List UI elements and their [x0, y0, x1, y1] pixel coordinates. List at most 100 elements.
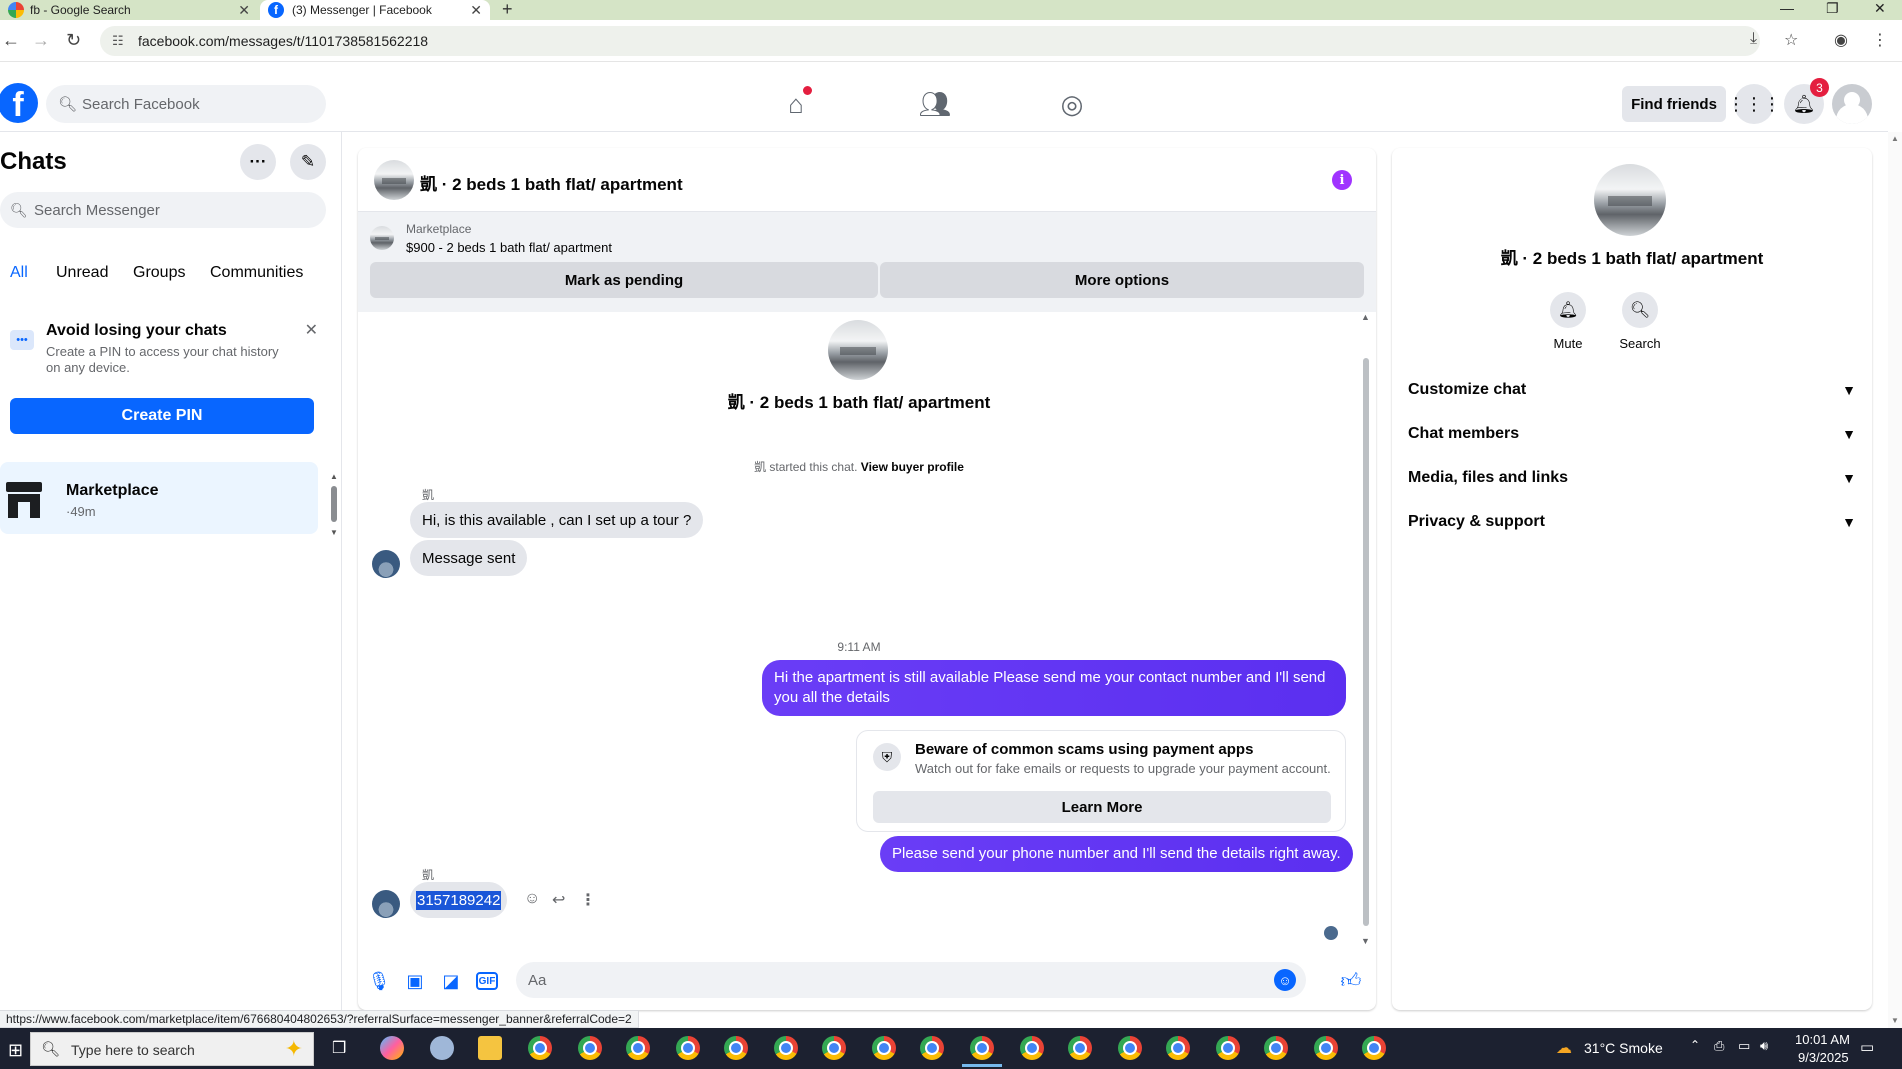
- chrome-app-icon[interactable]: [1068, 1036, 1092, 1060]
- sticker-icon[interactable]: ◪: [440, 970, 462, 992]
- chrome-app-icon[interactable]: [626, 1036, 650, 1060]
- chrome-app-icon[interactable]: [872, 1036, 896, 1060]
- message-incoming[interactable]: Hi, is this available , can I set up a t…: [410, 502, 704, 538]
- info-icon[interactable]: i: [1332, 170, 1352, 190]
- selected-phone-number[interactable]: 3157189242: [416, 890, 502, 910]
- close-window-icon[interactable]: ✕: [1874, 0, 1886, 17]
- message-outgoing[interactable]: Please send your phone number and I'll s…: [880, 836, 1353, 872]
- mute-button[interactable]: 🔔︎ Mute: [1538, 292, 1598, 351]
- chrome-app-icon[interactable]: [774, 1036, 798, 1060]
- view-buyer-profile-link[interactable]: View buyer profile: [861, 460, 964, 474]
- mark-as-pending-button[interactable]: Mark as pending: [370, 262, 878, 298]
- close-tab-icon[interactable]: ✕: [238, 2, 250, 19]
- chat-options-button[interactable]: ···: [240, 144, 276, 180]
- volume-icon[interactable]: 🔊︎: [1760, 1038, 1768, 1054]
- new-tab-icon[interactable]: +: [502, 0, 513, 18]
- new-message-icon[interactable]: ✎: [290, 144, 326, 180]
- omnibox[interactable]: ☷ facebook.com/messages/t/11017385815622…: [100, 26, 1760, 56]
- taskbar-search-input[interactable]: 🔍︎ Type here to search ✦: [30, 1032, 314, 1066]
- emoji-icon[interactable]: ☺: [1274, 969, 1296, 991]
- scroll-up-icon[interactable]: ▲: [1361, 312, 1370, 322]
- bookmark-star-icon[interactable]: ☆: [1784, 30, 1798, 50]
- chrome-app-icon[interactable]: [724, 1036, 748, 1060]
- clock-time[interactable]: 10:01 AM: [1795, 1032, 1850, 1047]
- chrome-app-icon[interactable]: [676, 1036, 700, 1060]
- chrome-app-icon[interactable]: [1020, 1036, 1044, 1060]
- site-info-icon[interactable]: ☷: [112, 33, 124, 49]
- chat-item-marketplace[interactable]: Marketplace ·49m: [0, 462, 318, 534]
- url-text[interactable]: facebook.com/messages/t/1101738581562218: [138, 33, 428, 49]
- section-customize-chat[interactable]: Customize chat ▼: [1408, 370, 1856, 410]
- groups-icon[interactable]: ◎: [1054, 86, 1090, 122]
- microphone-icon[interactable]: 🎙︎: [368, 970, 391, 992]
- weather-text[interactable]: 31°C Smoke: [1584, 1040, 1663, 1056]
- app-icon[interactable]: [430, 1036, 454, 1060]
- message-input[interactable]: Aa ☺: [516, 962, 1306, 998]
- thread-scrollbar[interactable]: ▲ ▼: [1360, 312, 1372, 948]
- browser-menu-icon[interactable]: ⋮: [1872, 30, 1888, 50]
- scroll-down-icon[interactable]: ▼: [330, 528, 338, 537]
- chrome-app-icon[interactable]: [1264, 1036, 1288, 1060]
- close-tab-icon[interactable]: ✕: [470, 2, 482, 19]
- scroll-down-icon[interactable]: ▼: [1361, 936, 1370, 946]
- menu-grid-icon[interactable]: ⋮⋮⋮: [1727, 84, 1781, 124]
- reply-icon[interactable]: ↩: [552, 890, 565, 910]
- minimize-icon[interactable]: —: [1780, 0, 1794, 16]
- listing-price-title[interactable]: $900 - 2 beds 1 bath flat/ apartment: [406, 240, 612, 255]
- message-incoming[interactable]: Message sent: [410, 540, 528, 576]
- sender-avatar[interactable]: [372, 890, 400, 918]
- section-chat-members[interactable]: Chat members ▼: [1408, 414, 1856, 454]
- chrome-app-icon[interactable]: [920, 1036, 944, 1060]
- account-avatar[interactable]: [1832, 84, 1872, 124]
- profile-icon[interactable]: ◉: [1834, 30, 1848, 50]
- show-hidden-icons-icon[interactable]: ⌃: [1690, 1038, 1700, 1052]
- react-emoji-icon[interactable]: ☺: [524, 890, 540, 908]
- network-icon[interactable]: ▭: [1738, 1038, 1750, 1054]
- filter-groups[interactable]: Groups: [133, 264, 185, 282]
- learn-more-button[interactable]: Learn More: [873, 791, 1331, 823]
- copilot-app-icon[interactable]: [380, 1036, 404, 1060]
- sender-avatar[interactable]: [372, 550, 400, 578]
- install-app-icon[interactable]: ⤓: [1750, 30, 1757, 48]
- section-privacy-support[interactable]: Privacy & support ▼: [1408, 502, 1856, 542]
- windows-start-icon[interactable]: ⊞: [8, 1040, 23, 1061]
- back-icon[interactable]: ←: [2, 30, 20, 51]
- clock-date[interactable]: 9/3/2025: [1798, 1050, 1849, 1065]
- listing-thumbnail[interactable]: [370, 226, 394, 250]
- chrome-app-icon[interactable]: [1166, 1036, 1190, 1060]
- more-actions-icon[interactable]: ⋮: [580, 890, 596, 910]
- chrome-app-icon[interactable]: [822, 1036, 846, 1060]
- conversation-title[interactable]: 凱 · 2 beds 1 bath flat/ apartment: [420, 170, 683, 195]
- search-in-chat-button[interactable]: 🔍︎ Search: [1610, 292, 1670, 351]
- chrome-app-icon[interactable]: [1314, 1036, 1338, 1060]
- tab-google-search[interactable]: fb - Google Search ✕: [0, 0, 258, 20]
- chrome-app-icon[interactable]: [1362, 1036, 1386, 1060]
- forward-icon[interactable]: →: [32, 30, 50, 51]
- chrome-app-icon[interactable]: [578, 1036, 602, 1060]
- message-incoming-phone[interactable]: 3157189242: [410, 882, 508, 918]
- notification-center-icon[interactable]: ▭: [1860, 1038, 1874, 1056]
- filter-all[interactable]: All: [10, 264, 28, 282]
- gif-icon[interactable]: GIF: [476, 972, 498, 990]
- page-scrollbar[interactable]: ▲ ▼: [1888, 132, 1902, 1028]
- scrollbar-thumb[interactable]: [1363, 358, 1369, 926]
- scrollbar-thumb[interactable]: [331, 486, 337, 522]
- messenger-search-input[interactable]: 🔍︎ Search Messenger: [0, 192, 326, 228]
- reload-icon[interactable]: ↻: [66, 30, 81, 51]
- filter-communities[interactable]: Communities: [210, 264, 303, 282]
- chrome-app-icon[interactable]: [1216, 1036, 1240, 1060]
- listing-avatar[interactable]: [374, 160, 414, 200]
- meet-now-icon[interactable]: ⎙: [1714, 1038, 1724, 1054]
- find-friends-button[interactable]: Find friends: [1622, 86, 1726, 122]
- more-options-button[interactable]: More options: [880, 262, 1364, 298]
- section-media-files-links[interactable]: Media, files and links ▼: [1408, 458, 1856, 498]
- tab-messenger[interactable]: f (3) Messenger | Facebook ✕: [260, 0, 490, 20]
- task-view-icon[interactable]: ❒: [332, 1038, 346, 1058]
- close-icon[interactable]: ✕: [305, 320, 318, 340]
- chrome-app-icon[interactable]: [1118, 1036, 1142, 1060]
- chat-list-scrollbar[interactable]: ▲ ▼: [330, 472, 338, 538]
- photo-icon[interactable]: ▣: [404, 970, 426, 992]
- scroll-up-icon[interactable]: ▲: [330, 472, 338, 481]
- weather-icon[interactable]: ☁: [1556, 1038, 1572, 1058]
- file-explorer-icon[interactable]: [478, 1036, 502, 1060]
